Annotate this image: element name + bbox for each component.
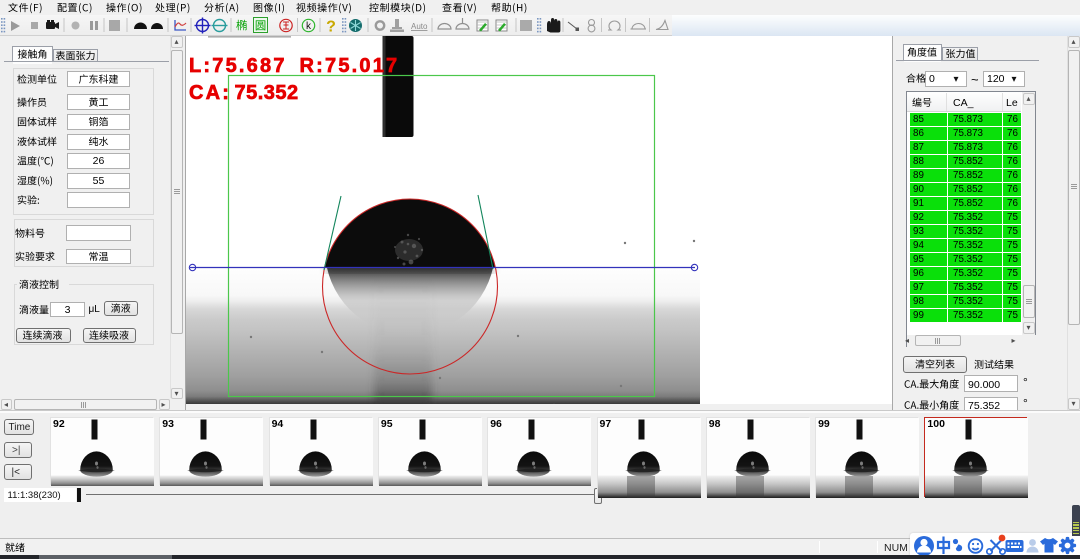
svg-text:CA:: CA: bbox=[189, 82, 231, 104]
svg-text:R:75.017: R:75.017 bbox=[300, 55, 400, 77]
svg-text:k: k bbox=[306, 21, 312, 32]
svg-text:?: ? bbox=[326, 19, 336, 36]
svg-text:75.352: 75.352 bbox=[235, 82, 299, 104]
svg-text:L:75.687: L:75.687 bbox=[189, 55, 287, 77]
svg-text:Auto: Auto bbox=[411, 22, 428, 31]
